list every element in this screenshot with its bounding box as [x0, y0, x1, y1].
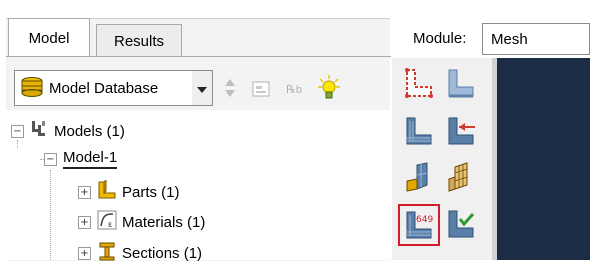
- module-value: Mesh: [491, 30, 528, 48]
- tab-results-label: Results: [113, 32, 165, 50]
- verify-mesh-seed-button[interactable]: 649: [398, 204, 440, 246]
- seed-part-icon: [403, 67, 435, 102]
- chevron-down-icon: [197, 80, 207, 96]
- tree-item-sections[interactable]: + Sections (1): [78, 240, 202, 266]
- mesh-controls-icon: [403, 115, 435, 150]
- tab-results[interactable]: Results: [96, 24, 182, 57]
- seed-part-instance-button[interactable]: [401, 66, 437, 102]
- element-type-icon: [445, 115, 477, 150]
- module-select[interactable]: Mesh: [482, 23, 590, 55]
- lightbulb-icon[interactable]: [316, 74, 342, 102]
- seed-count-icon: 649: [403, 209, 435, 241]
- sort-arrows-icon[interactable]: [220, 76, 240, 100]
- verify-check-icon: [445, 208, 477, 243]
- tree-item-label: Model-1: [63, 149, 118, 169]
- tab-model[interactable]: Model: [8, 18, 90, 57]
- collapse-icon[interactable]: −: [11, 124, 24, 138]
- database-icon: [21, 76, 43, 100]
- viewport[interactable]: [497, 58, 590, 260]
- seed-edges-button[interactable]: [443, 66, 479, 102]
- verify-mesh-button[interactable]: [443, 207, 479, 243]
- expand-icon[interactable]: +: [78, 215, 91, 229]
- tree-item-label: Materials (1): [122, 213, 206, 231]
- tree-item-materials[interactable]: + ε Materials (1): [78, 209, 205, 235]
- expand-icon[interactable]: +: [78, 185, 91, 199]
- tree-item-label: Sections (1): [122, 244, 203, 262]
- tree-item-label: Parts (1): [122, 183, 180, 201]
- parts-icon: [97, 178, 117, 204]
- mesh-part-button[interactable]: [401, 160, 437, 196]
- tab-divider: [6, 56, 391, 57]
- model-database-select[interactable]: Model Database: [14, 70, 194, 106]
- filter-icon[interactable]: ℞b: [282, 78, 306, 100]
- mesh-part-icon: [403, 161, 435, 196]
- tab-model-label: Model: [28, 29, 70, 47]
- tree-item-label: Models (1): [54, 122, 125, 140]
- collapse-icon[interactable]: −: [44, 152, 57, 166]
- tree-view-icon[interactable]: [250, 78, 272, 100]
- assign-element-type-button[interactable]: [443, 114, 479, 150]
- tree-connector: [50, 170, 51, 260]
- module-label: Module:: [413, 30, 467, 47]
- assign-mesh-controls-button[interactable]: [401, 114, 437, 150]
- materials-icon: ε: [97, 210, 117, 234]
- tree-item-model-1[interactable]: − Model-1: [44, 146, 118, 172]
- tree-item-parts[interactable]: + Parts (1): [78, 178, 180, 205]
- tree-item-models[interactable]: − Models (1): [11, 118, 125, 144]
- sections-icon: [97, 241, 117, 265]
- model-database-dropdown-button[interactable]: [192, 70, 213, 106]
- expand-icon[interactable]: +: [78, 246, 91, 260]
- seed-count-text: 649: [416, 215, 434, 225]
- svg-text:ε: ε: [108, 220, 112, 229]
- model-database-label: Model Database: [49, 79, 159, 97]
- seed-edges-icon: [445, 67, 477, 102]
- models-icon: [30, 119, 48, 143]
- mesh-region-icon: [445, 161, 477, 196]
- mesh-region-button[interactable]: [443, 160, 479, 196]
